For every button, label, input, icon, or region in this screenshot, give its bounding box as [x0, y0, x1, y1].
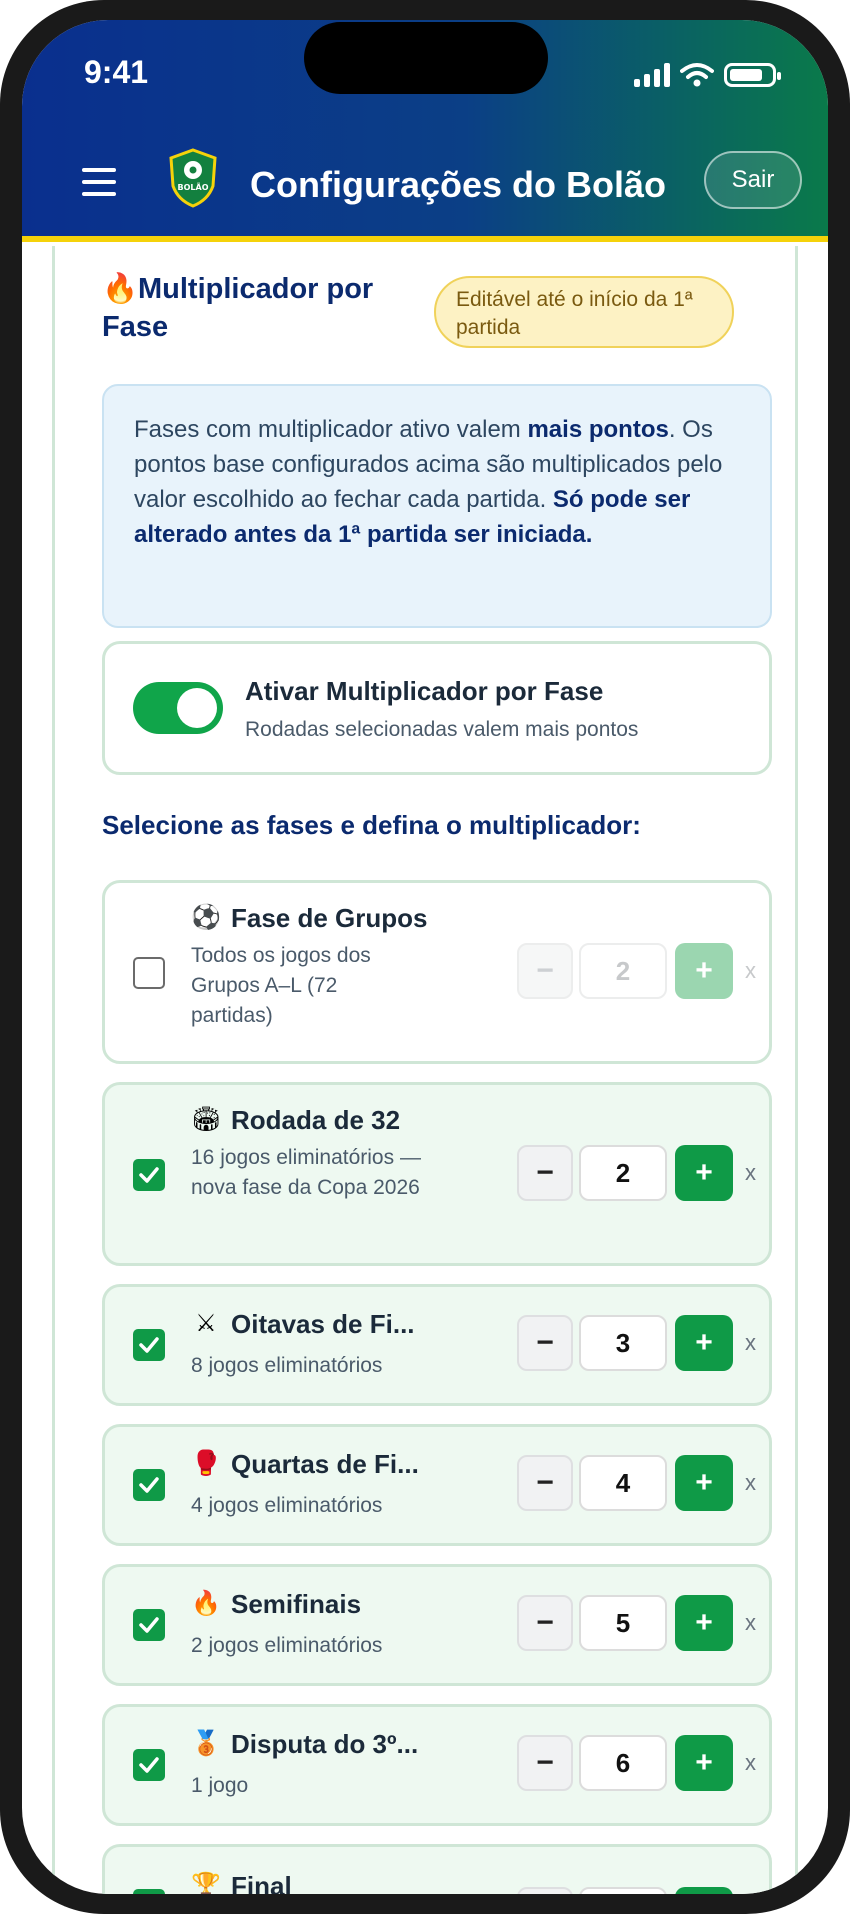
decrement-button[interactable]: − — [517, 943, 573, 999]
svg-text:BOLÃO: BOLÃO — [178, 182, 209, 192]
page-title: Configurações do Bolão — [250, 164, 667, 205]
logo: BOLÃO — [169, 148, 217, 208]
increment-button[interactable]: + — [675, 1887, 733, 1894]
phase-row: 🥉 Disputa do 3º... 1 jogo −6 + x — [102, 1704, 772, 1826]
increment-button[interactable]: + — [675, 1145, 733, 1201]
multiplier-suffix: x — [745, 1610, 756, 1635]
phase-name: Disputa do 3º... — [231, 1729, 419, 1759]
multiplier-value[interactable]: 4 — [579, 1455, 667, 1511]
status-time: 9:41 — [84, 54, 149, 90]
phase-row: 🔥 Semifinais 2 jogos eliminatórios −5 + x — [102, 1564, 772, 1686]
multiplier-value[interactable]: 5 — [579, 1595, 667, 1651]
increment-button[interactable]: + — [675, 1315, 733, 1371]
multiplier-stepper: −2 + x — [517, 943, 756, 999]
phase-icon: ⚽ — [191, 904, 221, 931]
decrement-button[interactable]: − — [517, 1315, 573, 1371]
phase-icon: 🔥 — [191, 1590, 221, 1617]
phase-row: 🥊 Quartas de Fi... 4 jogos eliminatórios −4… — [102, 1424, 772, 1546]
check-icon — [139, 1337, 159, 1353]
dynamic-island — [304, 22, 548, 94]
info-box: Fases com multiplicador ativo valem mais… — [102, 384, 772, 628]
status-icons — [634, 62, 781, 88]
phase-name: Fase de Grupos — [231, 903, 428, 933]
multiplier-value[interactable]: 3 — [579, 1315, 667, 1371]
multiplier-suffix: x — [745, 1470, 756, 1495]
phase-row: 🏆Final−+x — [102, 1844, 772, 1894]
signal-icon — [634, 63, 670, 87]
phase-name: Final — [231, 1871, 292, 1894]
multiplier-toggle[interactable] — [133, 682, 223, 734]
multiplier-stepper: −5 + x — [517, 1595, 756, 1651]
phase-description: 8 jogos eliminatórios — [191, 1354, 383, 1377]
phase-checkbox[interactable] — [133, 1889, 165, 1894]
toggle-label: Ativar Multiplicador por Fase — [245, 676, 604, 706]
battery-icon — [724, 63, 781, 87]
app-header: 9:41 BOLÃO Configurações do Bolão Sair — [22, 20, 828, 242]
decrement-button[interactable]: − — [517, 1455, 573, 1511]
phase-checkbox[interactable] — [133, 957, 165, 989]
phase-icon: 🏟 — [191, 1106, 222, 1133]
screen: 9:41 BOLÃO Configurações do Bolão Sair 🔥… — [22, 20, 828, 1894]
fire-icon: 🔥 — [102, 273, 139, 305]
phone-frame: 9:41 BOLÃO Configurações do Bolão Sair 🔥… — [0, 0, 850, 1914]
phase-icon: 🥉 — [191, 1730, 221, 1757]
multiplier-stepper: −2 + x — [517, 1145, 756, 1201]
multiplier-suffix: x — [745, 958, 756, 983]
section-header: 🔥Multiplicador por Fase — [102, 270, 402, 346]
multiplier-suffix: x — [745, 1330, 756, 1355]
phase-name: Semifinais — [231, 1589, 362, 1619]
phase-name: Oitavas de Fi... — [231, 1309, 415, 1339]
phase-icon: 🏆 — [191, 1872, 221, 1894]
multiplier-stepper: −3 + x — [517, 1315, 756, 1371]
phase-checkbox[interactable] — [133, 1329, 165, 1361]
check-icon — [139, 1757, 159, 1773]
phase-description: 4 jogos eliminatórios — [191, 1494, 383, 1517]
increment-button[interactable]: + — [675, 943, 733, 999]
check-icon — [139, 1167, 159, 1183]
phase-row: 🏟 Rodada de 32 16 jogos eliminatórios — no… — [102, 1082, 772, 1266]
multiplier-suffix: x — [745, 1750, 756, 1775]
phase-checkbox[interactable] — [133, 1159, 165, 1191]
increment-button[interactable]: + — [675, 1595, 733, 1651]
phase-name: Quartas de Fi... — [231, 1449, 419, 1479]
increment-button[interactable]: + — [675, 1735, 733, 1791]
editable-badge: Editável até o início da 1ª partida — [434, 276, 734, 348]
phase-description: 2 jogos eliminatórios — [191, 1634, 383, 1657]
phase-checkbox[interactable] — [133, 1469, 165, 1501]
phase-description: 1 jogo — [191, 1774, 249, 1797]
multiplier-suffix: x — [745, 1160, 756, 1185]
decrement-button[interactable]: − — [517, 1595, 573, 1651]
decrement-button[interactable]: − — [517, 1145, 573, 1201]
phase-checkbox[interactable] — [133, 1609, 165, 1641]
check-icon — [137, 1893, 161, 1894]
multiplier-toggle-card: Ativar Multiplicador por Fase Rodadas se… — [102, 641, 772, 775]
multiplier-value[interactable]: 6 — [579, 1735, 667, 1791]
check-icon — [139, 1477, 159, 1493]
logout-button[interactable]: Sair — [704, 151, 802, 209]
multiplier-value[interactable]: 2 — [579, 943, 667, 999]
phase-description: Todos os jogos dos Grupos A–L (72 partid… — [191, 944, 371, 1027]
phase-description: 16 jogos eliminatórios — nova fase da Co… — [191, 1146, 421, 1199]
increment-button[interactable]: + — [675, 1455, 733, 1511]
phase-checkbox[interactable] — [133, 1749, 165, 1781]
phase-row: ⚽ Fase de Grupos Todos os jogos dos Grupos… — [102, 880, 772, 1064]
multiplier-value[interactable] — [579, 1887, 667, 1894]
toggle-sublabel: Rodadas selecionadas valem mais pontos — [245, 718, 639, 741]
phase-name: Rodada de 32 — [231, 1105, 401, 1135]
phase-row: ⚔ Oitavas de Fi... 8 jogos eliminatórios −3… — [102, 1284, 772, 1406]
phase-icon: 🥊 — [191, 1450, 221, 1477]
section-title: Multiplicador por Fase — [102, 273, 374, 343]
multiplier-stepper: −6 + x — [517, 1735, 756, 1791]
phase-icon: ⚔ — [195, 1310, 217, 1337]
wifi-icon — [680, 63, 714, 87]
select-phases-label: Selecione as fases e defina o multiplica… — [102, 810, 641, 840]
decrement-button[interactable]: − — [517, 1887, 573, 1894]
check-icon — [139, 1617, 159, 1633]
multiplier-stepper: −+x — [517, 1887, 756, 1894]
multiplier-value[interactable]: 2 — [579, 1145, 667, 1201]
multiplier-stepper: −4 + x — [517, 1455, 756, 1511]
menu-icon[interactable] — [82, 168, 116, 204]
decrement-button[interactable]: − — [517, 1735, 573, 1791]
